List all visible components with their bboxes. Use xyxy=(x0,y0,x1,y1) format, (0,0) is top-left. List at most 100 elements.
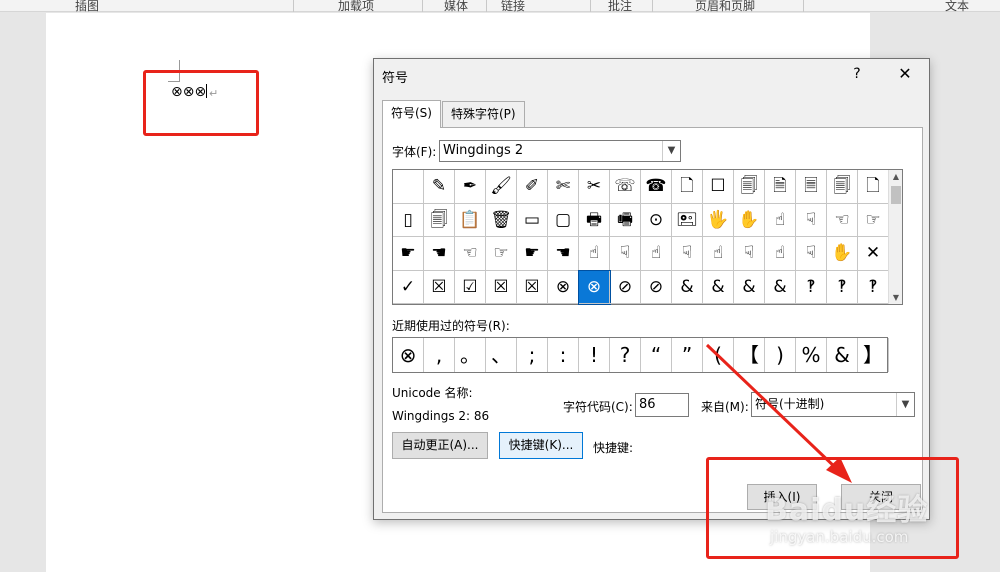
symbol-cell[interactable]: ☟ xyxy=(734,237,765,271)
symbol-cell[interactable]: ☟ xyxy=(796,237,827,271)
symbol-cell[interactable]: & xyxy=(672,270,703,304)
scrollbar-thumb[interactable] xyxy=(891,186,901,204)
help-icon[interactable]: ? xyxy=(847,63,867,85)
symbol-cell[interactable]: ☝ xyxy=(703,237,734,271)
recent-symbol-cell[interactable]: ) xyxy=(765,338,796,372)
symbol-cell[interactable]: ☒ xyxy=(424,270,455,304)
symbol-cell[interactable]: ☟ xyxy=(796,203,827,237)
chevron-down-icon[interactable]: ▼ xyxy=(662,141,680,161)
symbol-cell[interactable]: ✎ xyxy=(424,170,455,204)
symbol-cell[interactable]: ☟ xyxy=(672,237,703,271)
symbol-cell[interactable]: ☑ xyxy=(455,270,486,304)
symbol-cell[interactable]: 🗋 xyxy=(858,170,889,204)
symbol-cell[interactable]: 🖌 xyxy=(486,170,517,204)
symbol-cell[interactable]: ⊘ xyxy=(610,270,641,304)
symbol-cell[interactable]: ☟ xyxy=(610,237,641,271)
recent-symbols-row[interactable]: ⊗,。、;:!? “”(【)% &】 xyxy=(392,337,889,373)
symbol-cell[interactable]: 📋 xyxy=(455,203,486,237)
recent-symbol-cell[interactable]: 。 xyxy=(455,338,486,372)
recent-symbol-cell[interactable]: : xyxy=(548,338,579,372)
symbol-cell[interactable]: ⊘ xyxy=(641,270,672,304)
symbol-cell[interactable]: ⊙ xyxy=(641,203,672,237)
symbol-cell[interactable] xyxy=(393,170,424,204)
symbol-cell[interactable]: 🖭 xyxy=(672,203,703,237)
symbol-grid[interactable]: ✎ ✒ 🖌 ✐ ✄ ✂ ☏ ☎ 🗋 ☐ 🗐 🗎 🗏 🗐 🗋 ▯ 🗐 📋 🗑 ▭ ▢ 🖶 🖷 ⊙ 🖭 🖐 ✋ ☝ ☟ ☜ ☞ ☛ ☚ ☜ ☞ ☛ ☚ ☝ ☟ ☝… xyxy=(392,169,903,305)
close-icon[interactable]: ✕ xyxy=(893,63,917,85)
symbol-cell[interactable]: ✋ xyxy=(734,203,765,237)
symbol-cell[interactable]: 🗋 xyxy=(672,170,703,204)
symbol-cell[interactable]: 🖐 xyxy=(703,203,734,237)
symbol-cell[interactable]: ☝ xyxy=(641,237,672,271)
symbol-cell[interactable]: ☝ xyxy=(579,237,610,271)
symbol-cell[interactable]: 🗐 xyxy=(827,170,858,204)
symbol-cell[interactable]: ✓ xyxy=(393,270,424,304)
recent-symbol-cell[interactable]: ? xyxy=(610,338,641,372)
shortcut-key-button[interactable]: 快捷键(K)... xyxy=(499,432,583,459)
symbol-cell[interactable]: ‽ xyxy=(827,270,858,304)
recent-symbol-cell[interactable]: “ xyxy=(641,338,672,372)
symbol-cell[interactable]: ‽ xyxy=(858,270,889,304)
symbol-cell[interactable]: & xyxy=(765,270,796,304)
symbol-cell[interactable]: 🗐 xyxy=(424,203,455,237)
recent-symbol-cell[interactable]: 【 xyxy=(734,338,765,372)
dialog-title: 符号 xyxy=(382,71,409,86)
tab-symbols[interactable]: 符号(S) xyxy=(382,100,441,128)
autocorrect-button[interactable]: 自动更正(A)... xyxy=(392,432,488,459)
symbol-cell[interactable]: & xyxy=(734,270,765,304)
symbol-cell[interactable]: 🗐 xyxy=(734,170,765,204)
tab-special-characters[interactable]: 特殊字符(P) xyxy=(442,101,525,127)
symbol-cell[interactable]: 🗑 xyxy=(486,203,517,237)
symbol-cell[interactable]: ▯ xyxy=(393,203,424,237)
symbol-cell[interactable]: 🖶 xyxy=(579,203,610,237)
symbol-cell[interactable]: ▭ xyxy=(517,203,548,237)
symbol-cell[interactable]: ☞ xyxy=(486,237,517,271)
symbol-cell[interactable]: ☛ xyxy=(393,237,424,271)
ribbon-group-comments: 批注 xyxy=(608,0,633,13)
symbol-cell[interactable]: 🗎 xyxy=(765,170,796,204)
char-code-input[interactable]: 86 xyxy=(635,393,689,417)
symbol-cell-selected[interactable]: ⊗ xyxy=(578,269,611,305)
symbol-cell[interactable]: ☝ xyxy=(765,203,796,237)
symbol-cell[interactable]: ☚ xyxy=(548,237,579,271)
symbol-cell[interactable]: ✕ xyxy=(858,237,889,271)
recent-symbol-cell[interactable]: 、 xyxy=(486,338,517,372)
symbol-cell[interactable]: ☞ xyxy=(858,203,889,237)
ribbon-divider xyxy=(652,0,653,12)
recent-symbol-cell[interactable]: ” xyxy=(672,338,703,372)
recent-symbol-cell[interactable]: 】 xyxy=(858,338,889,372)
symbol-cell[interactable]: ✒ xyxy=(455,170,486,204)
recent-symbol-cell[interactable]: ; xyxy=(517,338,548,372)
symbol-cell[interactable]: ☝ xyxy=(765,237,796,271)
scroll-up-icon[interactable]: ▲ xyxy=(889,172,903,181)
symbol-cell[interactable]: ✐ xyxy=(517,170,548,204)
symbol-cell[interactable]: ‽ xyxy=(796,270,827,304)
from-select[interactable]: 符号(十进制) ▼ xyxy=(751,392,915,417)
recent-symbol-cell[interactable]: , xyxy=(424,338,455,372)
symbol-cell[interactable]: ⊗ xyxy=(548,270,579,304)
font-select[interactable]: Wingdings 2 ▼ xyxy=(439,140,681,162)
recent-symbol-cell[interactable]: ! xyxy=(579,338,610,372)
symbol-cell[interactable]: ☐ xyxy=(703,170,734,204)
symbol-cell[interactable]: 🖷 xyxy=(610,203,641,237)
symbol-cell[interactable]: ☏ xyxy=(610,170,641,204)
chevron-down-icon[interactable]: ▼ xyxy=(896,393,914,416)
symbol-cell[interactable]: ☒ xyxy=(486,270,517,304)
symbol-cell[interactable]: ✄ xyxy=(548,170,579,204)
symbol-cell[interactable]: ✂ xyxy=(579,170,610,204)
symbol-cell[interactable]: ☛ xyxy=(517,237,548,271)
recent-symbol-cell[interactable]: % xyxy=(796,338,827,372)
symbol-cell[interactable]: & xyxy=(703,270,734,304)
symbol-cell[interactable]: ▢ xyxy=(548,203,579,237)
symbol-cell[interactable]: ☎ xyxy=(641,170,672,204)
recent-symbol-cell[interactable]: ( xyxy=(703,338,734,372)
symbol-cell[interactable]: ☚ xyxy=(424,237,455,271)
recent-symbol-cell[interactable]: ⊗ xyxy=(393,338,424,372)
symbol-cell[interactable]: ☜ xyxy=(455,237,486,271)
symbol-cell[interactable]: ☒ xyxy=(517,270,548,304)
symbol-cell[interactable]: 🗏 xyxy=(796,170,827,204)
symbol-grid-scrollbar[interactable]: ▲ ▼ xyxy=(888,170,902,304)
recent-symbol-cell[interactable]: & xyxy=(827,338,858,372)
scroll-down-icon[interactable]: ▼ xyxy=(889,293,903,302)
symbol-cell[interactable]: ☜ xyxy=(827,203,858,237)
symbol-cell[interactable]: ✋ xyxy=(827,237,858,271)
